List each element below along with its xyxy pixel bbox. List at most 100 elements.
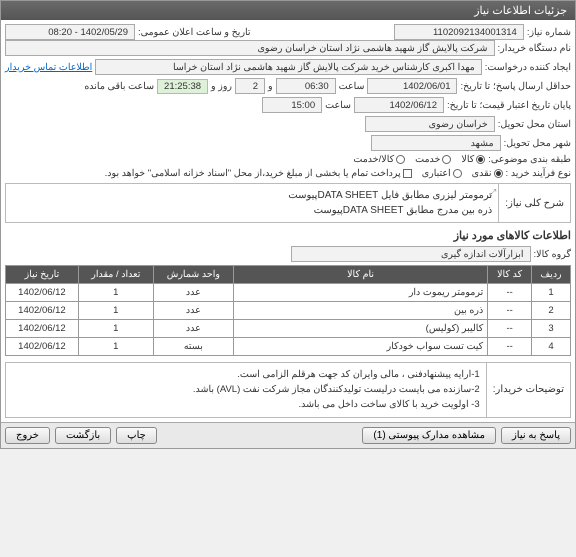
proc-label: نوع فرآیند خرید : <box>506 168 571 179</box>
need-no-label: شماره نیاز: <box>527 27 571 38</box>
table-cell: عدد <box>153 320 233 338</box>
desc-label: شرح کلی نیاز: <box>498 184 570 222</box>
items-section-header: اطلاعات کالاهای مورد نیاز <box>5 229 571 242</box>
desc-body: ⤢ ترمومتر لیزری مطابق فایل DATA SHEETپیو… <box>6 184 498 222</box>
th-code: کد کالا <box>488 266 532 284</box>
items-table-wrap: ۰۲۱-۸۸۳۴۹۶۷۰ ردیف کد کالا نام کالا واحد … <box>5 265 571 356</box>
and-label: و <box>268 81 273 92</box>
table-cell: 3 <box>531 320 570 338</box>
table-cell: -- <box>488 338 532 356</box>
radio-icon <box>396 155 405 164</box>
desc-text: ترمومتر لیزری مطابق فایل DATA SHEETپیوست… <box>288 190 492 216</box>
group-label: گروه کالا: <box>534 249 571 260</box>
valid-label: پایان تاریخ اعتبار قیمت؛ تا تاریخ: <box>447 100 571 111</box>
city-label: شهر محل تحویل: <box>504 138 571 149</box>
proc-credit-option[interactable]: اعتباری <box>422 168 462 179</box>
th-name: نام کالا <box>233 266 487 284</box>
table-cell: 1 <box>78 284 153 302</box>
remain-time: 21:25:38 <box>157 79 208 94</box>
th-qty: تعداد / مقدار <box>78 266 153 284</box>
class-options: کالا خدمت کالا/خدمت <box>353 154 485 165</box>
class-both-option[interactable]: کالا/خدمت <box>353 154 405 165</box>
th-row: ردیف <box>531 266 570 284</box>
table-cell: 1402/06/12 <box>6 284 79 302</box>
table-cell: 1 <box>78 302 153 320</box>
deadline-time-field: 06:30 <box>276 78 336 94</box>
days-label: روز و <box>211 81 232 92</box>
remain-label: ساعت باقی مانده <box>84 81 154 92</box>
table-cell: 4 <box>531 338 570 356</box>
expand-icon[interactable]: ⤢ <box>489 186 496 200</box>
table-cell: 2 <box>531 302 570 320</box>
proc-options: نقدی اعتباری پرداخت تمام یا بخشی از مبلغ… <box>105 168 503 179</box>
table-cell: 1 <box>78 320 153 338</box>
deadline-date-field: 1402/06/01 <box>367 78 457 94</box>
creator-field: مهدا اکبری کارشناس خرید شرکت پالایش گاز … <box>95 59 482 75</box>
need-description: شرح کلی نیاز: ⤢ ترمومتر لیزری مطابق فایل… <box>5 183 571 223</box>
content-area: شماره نیاز: 1102092134001314 تاریخ و ساع… <box>1 20 575 422</box>
province-label: استان محل تحویل: <box>498 119 571 130</box>
table-cell: 1 <box>531 284 570 302</box>
group-field: ابزارآلات اندازه گیری <box>291 246 531 262</box>
buyer-label: نام دستگاه خریدار: <box>498 43 572 54</box>
window-title: جزئیات اطلاعات نیاز <box>474 5 567 17</box>
deadline-label: حداقل ارسال پاسخ؛ تا تاریخ: <box>460 81 571 92</box>
title-bar: جزئیات اطلاعات نیاز <box>1 1 575 20</box>
buyer-field: شرکت پالایش گاز شهید هاشمی نژاد استان خر… <box>5 40 495 56</box>
table-cell: 1402/06/12 <box>6 338 79 356</box>
table-cell: -- <box>488 320 532 338</box>
table-row[interactable]: 1--ترمومتر ریموت دارعدد11402/06/12 <box>6 284 571 302</box>
table-cell: 1402/06/12 <box>6 320 79 338</box>
time-label-2: ساعت <box>325 100 351 111</box>
buyer-notes-label: توضیحات خریدار: <box>486 363 570 417</box>
creator-label: ایجاد کننده درخواست: <box>485 62 571 73</box>
window: جزئیات اطلاعات نیاز شماره نیاز: 11020921… <box>0 0 576 449</box>
class-service-option[interactable]: خدمت <box>415 154 451 165</box>
buyer-notes: توضیحات خریدار: 1-ارایه پیشنهادفنی ، مال… <box>5 362 571 418</box>
table-cell: بسته <box>153 338 233 356</box>
table-cell: 1402/06/12 <box>6 302 79 320</box>
checkbox-icon <box>403 169 412 178</box>
th-date: تاریخ نیاز <box>6 266 79 284</box>
contact-link[interactable]: اطلاعات تماس خریدار <box>5 62 92 73</box>
th-unit: واحد شمارش <box>153 266 233 284</box>
table-row[interactable]: 3--کالیبر (کولیس)عدد11402/06/12 <box>6 320 571 338</box>
exit-button[interactable]: خروج <box>5 427 50 444</box>
table-cell: کیت تست سواب خودکار <box>233 338 487 356</box>
table-row[interactable]: 2--ذره بینعدد11402/06/12 <box>6 302 571 320</box>
buyer-notes-body: 1-ارایه پیشنهادفنی ، مالی وایران کد جهت … <box>6 363 486 417</box>
province-field: خراسان رضوی <box>365 116 495 132</box>
table-cell: -- <box>488 284 532 302</box>
table-cell: ذره بین <box>233 302 487 320</box>
attachments-button[interactable]: مشاهده مدارک پیوستی (1) <box>362 427 496 444</box>
proc-cash-option[interactable]: نقدی <box>472 168 503 179</box>
reply-button[interactable]: پاسخ به نیاز <box>501 427 571 444</box>
table-header-row: ردیف کد کالا نام کالا واحد شمارش تعداد /… <box>6 266 571 284</box>
announce-label: تاریخ و ساعت اعلان عمومی: <box>138 27 251 38</box>
valid-date-field: 1402/06/12 <box>354 97 444 113</box>
items-table: ردیف کد کالا نام کالا واحد شمارش تعداد /… <box>5 265 571 356</box>
days-field: 2 <box>235 78 265 94</box>
table-cell: عدد <box>153 302 233 320</box>
radio-icon <box>476 155 485 164</box>
table-cell: -- <box>488 302 532 320</box>
print-button[interactable]: چاپ <box>116 427 157 444</box>
announce-field: 1402/05/29 - 08:20 <box>5 24 135 40</box>
proc-note-check[interactable]: پرداخت تمام یا بخشی از مبلغ خرید،از محل … <box>105 168 412 179</box>
radio-icon <box>494 169 503 178</box>
radio-icon <box>442 155 451 164</box>
table-row[interactable]: 4--کیت تست سواب خودکاربسته11402/06/12 <box>6 338 571 356</box>
city-field: مشهد <box>371 135 501 151</box>
table-cell: ترمومتر ریموت دار <box>233 284 487 302</box>
table-cell: کالیبر (کولیس) <box>233 320 487 338</box>
table-cell: عدد <box>153 284 233 302</box>
valid-time-field: 15:00 <box>262 97 322 113</box>
class-label: طبقه بندی موضوعی: <box>488 154 571 165</box>
table-cell: 1 <box>78 338 153 356</box>
need-no-field: 1102092134001314 <box>394 24 524 40</box>
back-button[interactable]: بازگشت <box>55 427 111 444</box>
class-goods-option[interactable]: کالا <box>461 154 485 165</box>
time-label-1: ساعت <box>339 81 365 92</box>
footer-toolbar: پاسخ به نیاز مشاهده مدارک پیوستی (1) چاپ… <box>1 422 575 448</box>
radio-icon <box>453 169 462 178</box>
